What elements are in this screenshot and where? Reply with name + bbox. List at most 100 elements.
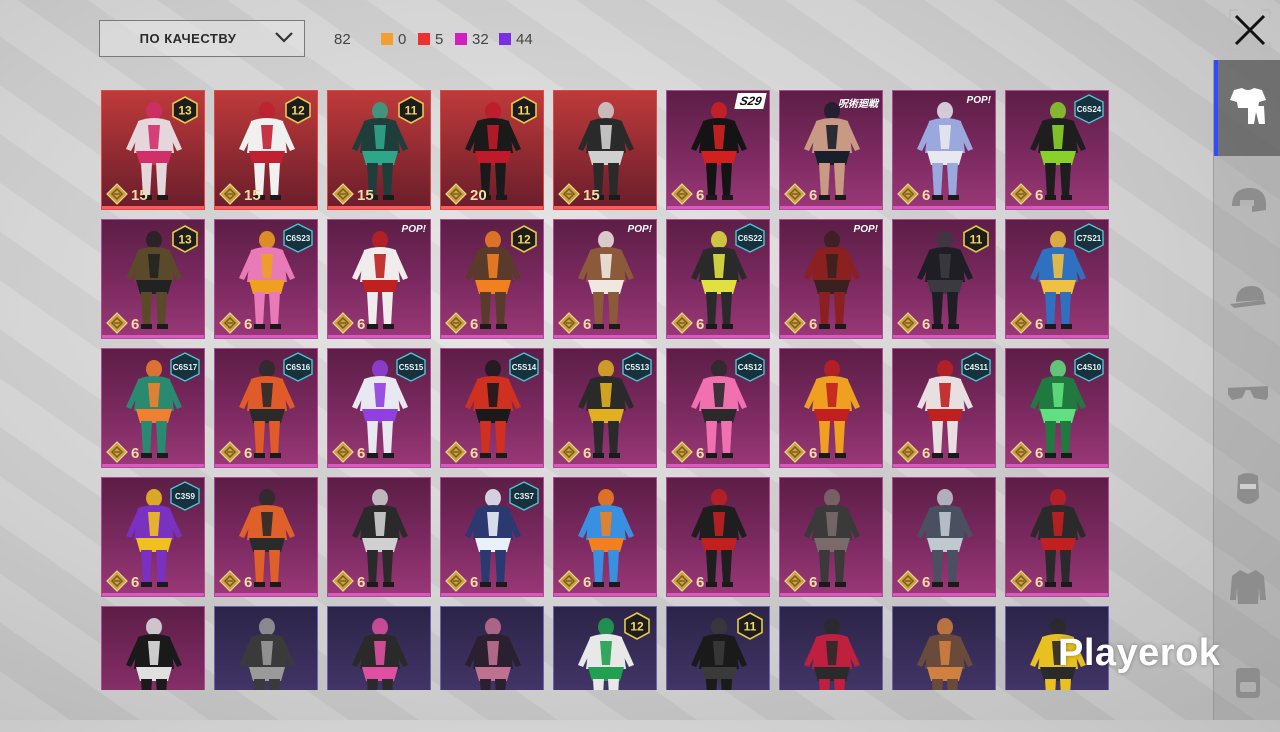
outfit-item[interactable]: C4S12 6 [666,348,770,468]
item-price: 6 [696,187,705,204]
coin-icon [558,312,580,334]
outfit-item[interactable]: C3S7 6 [440,477,544,597]
outfit-item[interactable]: C5S13 6 [553,348,657,468]
tab-hats[interactable] [1214,252,1280,348]
outfit-item[interactable]: C6S17 6 [101,348,205,468]
outfit-item[interactable]: POP! 6 [327,219,431,339]
outfit-item[interactable]: C6S23 6 [214,219,318,339]
coin-icon [332,312,354,334]
outfit-item[interactable]: 6 [214,477,318,597]
svg-text:C6S24: C6S24 [1077,105,1102,114]
close-button[interactable] [1228,8,1272,52]
tab-glasses[interactable] [1214,348,1280,444]
tab-jackets[interactable] [1214,540,1280,636]
outfit-item[interactable]: C3S9 6 [101,477,205,597]
collab-tag: POP! [627,224,652,235]
outfit-item[interactable] [214,606,318,690]
outfit-item[interactable]: C6S24 6 [1005,90,1109,210]
outfit-item[interactable]: POP! 6 [892,90,996,210]
outfit-item[interactable]: 11 [666,606,770,690]
backpack-icon [1236,668,1260,698]
outfit-item[interactable]: 6 [327,477,431,597]
coin-icon [671,183,693,205]
outfit-item[interactable] [779,606,883,690]
sort-dropdown[interactable]: ПО КАЧЕСТВУ [99,20,305,57]
season-badge: C5S14 [509,352,539,382]
coin-icon [332,183,354,205]
outfit-item[interactable]: 11 20 [440,90,544,210]
helmet-icon [1232,188,1266,212]
season-badge: C5S13 [622,352,652,382]
tab-masks[interactable] [1214,444,1280,540]
item-price: 6 [696,574,705,591]
item-price: 6 [583,445,592,462]
outfit-item[interactable]: 12 15 [214,90,318,210]
outfit-item[interactable]: 12 6 [440,219,544,339]
item-price: 15 [244,187,261,204]
tab-outfits[interactable] [1214,60,1280,156]
svg-text:C3S7: C3S7 [514,492,535,501]
outfit-item[interactable]: C6S16 6 [214,348,318,468]
outfit-item[interactable]: POP! 6 [553,219,657,339]
outfit-item[interactable]: 13 6 [101,219,205,339]
outfit-item[interactable]: 13 15 [101,90,205,210]
coin-icon [671,441,693,463]
outfit-item[interactable]: 呪術廻戦 6 [779,90,883,210]
coin-icon [445,570,467,592]
outfit-preview [465,618,521,690]
collab-tag: POP! [401,224,426,235]
svg-text:C6S16: C6S16 [286,363,311,372]
outfit-item[interactable]: S29 6 [666,90,770,210]
outfit-item[interactable]: 11 15 [327,90,431,210]
item-price: 6 [357,445,366,462]
svg-text:C6S17: C6S17 [173,363,198,372]
outfit-item[interactable]: C7S21 6 [1005,219,1109,339]
item-price: 6 [809,445,818,462]
outfit-item[interactable]: C4S11 6 [892,348,996,468]
outfit-item[interactable]: 11 6 [892,219,996,339]
count-value: 0 [398,30,407,48]
tab-helmets[interactable] [1214,156,1280,252]
outfit-item[interactable]: 6 [1005,477,1109,597]
coin-icon [332,570,354,592]
svg-text:13: 13 [178,233,192,247]
level-badge: 11 [963,225,989,253]
svg-text:12: 12 [291,104,305,118]
svg-text:C6S22: C6S22 [738,234,763,243]
item-price: 6 [1035,445,1044,462]
outfit-item[interactable] [327,606,431,690]
outfit-item[interactable]: C5S15 6 [327,348,431,468]
outfit-item[interactable] [101,606,205,690]
outfit-item[interactable]: POP! 6 [779,219,883,339]
outfit-item[interactable]: 6 [779,477,883,597]
outfit-preview [917,618,973,690]
outfit-item[interactable]: 6 [553,477,657,597]
season-badge: C6S16 [283,352,313,382]
level-badge: 13 [172,96,198,124]
outfit-item[interactable]: C5S14 6 [440,348,544,468]
tab-backpacks[interactable] [1214,636,1280,732]
level-badge: 11 [511,96,537,124]
outfit-item[interactable]: 6 [666,477,770,597]
outfit-item[interactable]: C4S10 6 [1005,348,1109,468]
outfit-item[interactable]: 6 [779,348,883,468]
item-price: 6 [131,445,140,462]
outfit-item[interactable] [892,606,996,690]
inventory-grid: 13 15 12 15 11 15 11 20 15 S29 6 呪術廻戦 6 POP! 6 C6S24 6 13… [101,90,1115,690]
outfit-preview [126,618,182,690]
svg-text:11: 11 [518,104,531,118]
item-price: 6 [244,445,253,462]
outfit-item[interactable]: 12 [553,606,657,690]
coin-icon [106,183,128,205]
outfit-item[interactable]: 15 [553,90,657,210]
coin-icon [897,183,919,205]
level-badge: 12 [285,96,311,124]
orange-swatch [381,33,393,45]
coin-icon [1010,312,1032,334]
outfit-item[interactable]: C6S22 6 [666,219,770,339]
level-badge: 11 [737,612,763,640]
rarity-count-red: 5 [418,31,443,48]
outfit-item[interactable]: 6 [892,477,996,597]
season-badge: C4S10 [1074,352,1104,382]
outfit-item[interactable] [440,606,544,690]
